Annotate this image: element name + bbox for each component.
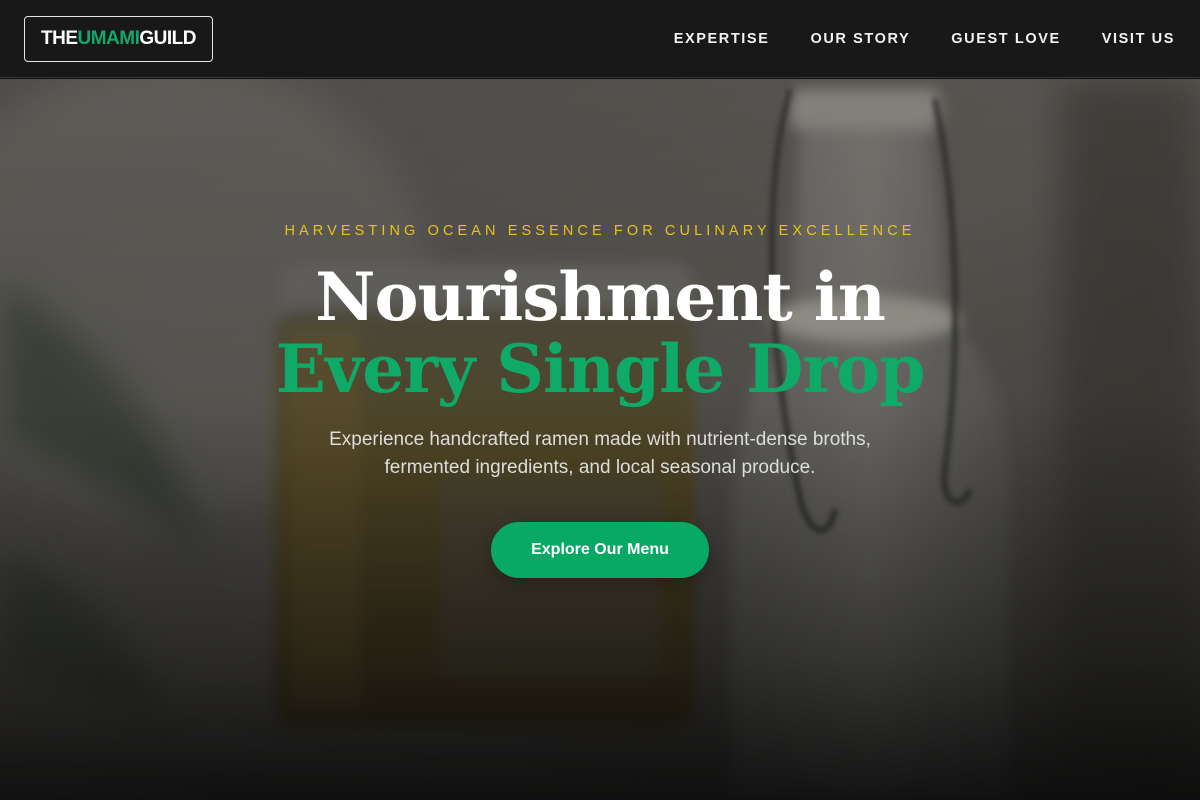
hero-headline-line2: Every Single Drop <box>275 330 926 408</box>
logo[interactable]: THE UMAMI GUILD <box>24 15 213 62</box>
logo-text-umami: UMAMI <box>77 27 140 49</box>
logo-text-the: THE <box>41 27 78 49</box>
hero-tagline: HARVESTING OCEAN ESSENCE FOR CULINARY EX… <box>284 223 916 239</box>
hero-section: HARVESTING OCEAN ESSENCE FOR CULINARY EX… <box>0 79 1200 800</box>
hero-subtext: Experience handcrafted ramen made with n… <box>329 429 871 478</box>
nav-link-guest-love[interactable]: GUEST LOVE <box>951 31 1060 47</box>
nav-link-visit-us[interactable]: VISIT US <box>1102 31 1175 47</box>
explore-menu-button[interactable]: Explore Our Menu <box>491 522 709 578</box>
site-header: THE UMAMI GUILD EXPERTISE OUR STORY GUES… <box>0 0 1200 78</box>
nav-link-expertise[interactable]: EXPERTISE <box>674 31 770 47</box>
hero-headline-line1: Nourishment in <box>315 258 886 336</box>
logo-text-guild: GUILD <box>139 27 196 49</box>
nav-link-our-story[interactable]: OUR STORY <box>810 31 910 47</box>
main-nav: EXPERTISE OUR STORY GUEST LOVE VISIT US <box>674 31 1176 47</box>
